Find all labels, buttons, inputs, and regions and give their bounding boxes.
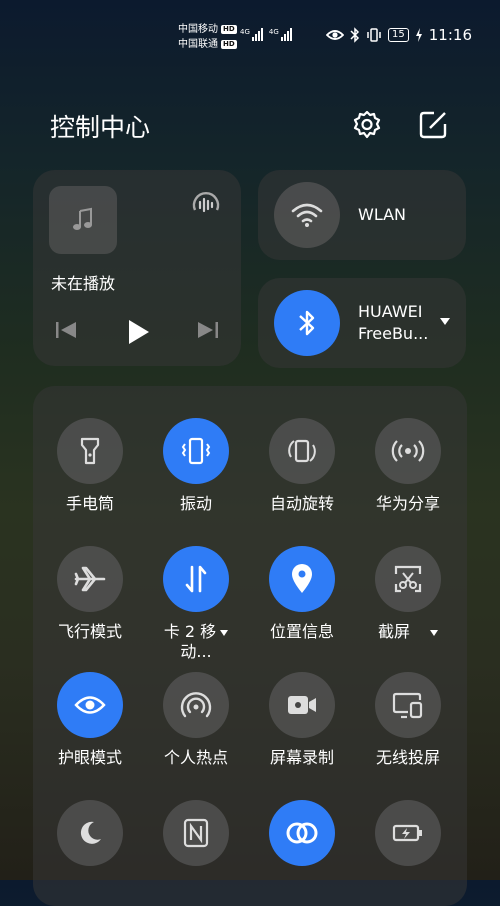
toggle-vibrate[interactable]: 振动 [144, 418, 248, 514]
location-icon [292, 564, 312, 593]
toggle-label: 护眼模式 [57, 748, 122, 767]
toggle-location[interactable]: 位置信息 [250, 546, 354, 642]
toggle-screen-record[interactable]: 屏幕录制 [250, 672, 354, 768]
next-icon[interactable] [197, 320, 219, 340]
share-button[interactable] [375, 418, 441, 484]
toggle-eye-comfort[interactable]: 护眼模式 [38, 672, 142, 768]
hotspot-button[interactable] [163, 672, 229, 738]
vibrate-icon [181, 437, 211, 465]
screen-record-icon [288, 696, 316, 714]
hd-badge: HD [221, 40, 237, 49]
status-right: 15 11:16 [326, 26, 472, 44]
play-icon[interactable] [125, 318, 151, 346]
screenshot-icon [394, 565, 422, 593]
wlan-label: WLAN [358, 205, 407, 224]
hotspot-icon [180, 692, 212, 718]
toggle-label: 自动旋转 [269, 494, 334, 513]
bluetooth-status-icon [350, 27, 360, 43]
location-button[interactable] [269, 546, 335, 612]
bluetooth-toggle[interactable] [274, 290, 340, 356]
mobile-data-button[interactable] [163, 546, 229, 612]
toggle-power-saving[interactable] [356, 800, 460, 866]
toggle-label: 卡 2 移动... [144, 622, 248, 662]
toggle-flashlight[interactable]: 手电筒 [38, 418, 142, 514]
media-status: 未在播放 [51, 274, 116, 293]
wireless-projection-button[interactable] [375, 672, 441, 738]
data-saver-button[interactable] [269, 800, 335, 866]
toggle-label: 截屏 [356, 622, 460, 642]
previous-icon[interactable] [55, 320, 77, 340]
clock: 11:16 [428, 26, 472, 44]
toggle-label: 飞行模式 [57, 622, 122, 641]
toggle-do-not-disturb[interactable] [38, 800, 142, 866]
bluetooth-tile[interactable]: HUAWEI FreeBu... [258, 278, 466, 368]
vibrate-button[interactable] [163, 418, 229, 484]
airplane-icon [74, 566, 106, 592]
hd-badge: HD [221, 25, 237, 34]
audio-cast-icon[interactable] [189, 188, 223, 222]
bluetooth-device-name: HUAWEI FreeBu... [358, 302, 429, 343]
auto-rotate-button[interactable] [269, 418, 335, 484]
wlan-tile[interactable]: WLAN [258, 170, 466, 260]
page-title: 控制中心 [50, 113, 151, 142]
toggle-label: 振动 [179, 494, 212, 513]
gear-icon[interactable] [350, 108, 384, 142]
charging-icon [415, 28, 422, 42]
signal-icon: 4G [240, 28, 263, 41]
chevron-down-icon[interactable] [220, 629, 229, 636]
wifi-icon [291, 203, 323, 227]
eye-comfort-icon [326, 30, 345, 40]
toggle-label: 个人热点 [163, 748, 228, 767]
edit-icon[interactable] [416, 108, 450, 142]
toggle-nfc[interactable] [144, 800, 248, 866]
signal-icon: 4G [269, 28, 292, 41]
toggle-mobile-data[interactable]: 卡 2 移动... [144, 546, 248, 662]
flashlight-icon [80, 437, 100, 465]
wireless-projection-icon [392, 692, 423, 719]
bluetooth-icon [299, 310, 315, 336]
nfc-button[interactable] [163, 800, 229, 866]
status-bar: 中国移动 HD 中国联通 HD 4G 4G 15 11:16 [0, 0, 500, 70]
toggle-label: 无线投屏 [375, 748, 440, 767]
album-art [49, 186, 117, 254]
screen-record-button[interactable] [269, 672, 335, 738]
music-note-icon [73, 207, 92, 230]
do-not-disturb-button[interactable] [57, 800, 123, 866]
screenshot-button[interactable] [375, 546, 441, 612]
nfc-icon [183, 818, 209, 848]
carrier-info: 中国移动 HD 中国联通 HD [178, 22, 237, 52]
wlan-toggle[interactable] [274, 182, 340, 248]
data-saver-icon [286, 822, 318, 844]
toggle-label: 位置信息 [269, 622, 334, 641]
carrier-1: 中国移动 [178, 24, 218, 35]
power-saving-icon [392, 824, 422, 842]
airplane-button[interactable] [57, 546, 123, 612]
vibrate-status-icon [367, 28, 381, 42]
mobile-data-icon [185, 565, 207, 593]
eye-icon [74, 696, 106, 714]
flashlight-button[interactable] [57, 418, 123, 484]
toggle-auto-rotate[interactable]: 自动旋转 [250, 418, 354, 514]
power-saving-button[interactable] [375, 800, 441, 866]
toggle-label: 手电筒 [65, 494, 114, 513]
toggle-airplane[interactable]: 飞行模式 [38, 546, 142, 642]
toggle-huawei-share[interactable]: 华为分享 [356, 418, 460, 514]
eye-comfort-button[interactable] [57, 672, 123, 738]
moon-icon [80, 821, 101, 844]
quick-toggles-panel: 手电筒 振动 自动旋转 华为分享 飞行模式 卡 2 移动... 位置信息 截屏 … [33, 386, 467, 906]
battery-indicator: 15 [388, 28, 409, 42]
toggle-wireless-projection[interactable]: 无线投屏 [356, 672, 460, 768]
carrier-2: 中国联通 [178, 39, 218, 50]
toggle-screenshot[interactable]: 截屏 [356, 546, 460, 642]
toggle-hotspot[interactable]: 个人热点 [144, 672, 248, 768]
signal-indicators: 4G 4G [240, 28, 292, 41]
share-icon [391, 440, 425, 462]
auto-rotate-icon [288, 439, 316, 463]
toggle-label: 屏幕录制 [269, 748, 334, 767]
media-player-card[interactable]: 未在播放 [33, 170, 241, 366]
toggle-data-saver[interactable] [250, 800, 354, 866]
chevron-down-icon[interactable] [440, 318, 450, 325]
chevron-down-icon[interactable] [430, 629, 438, 636]
toggle-label: 华为分享 [375, 494, 440, 513]
